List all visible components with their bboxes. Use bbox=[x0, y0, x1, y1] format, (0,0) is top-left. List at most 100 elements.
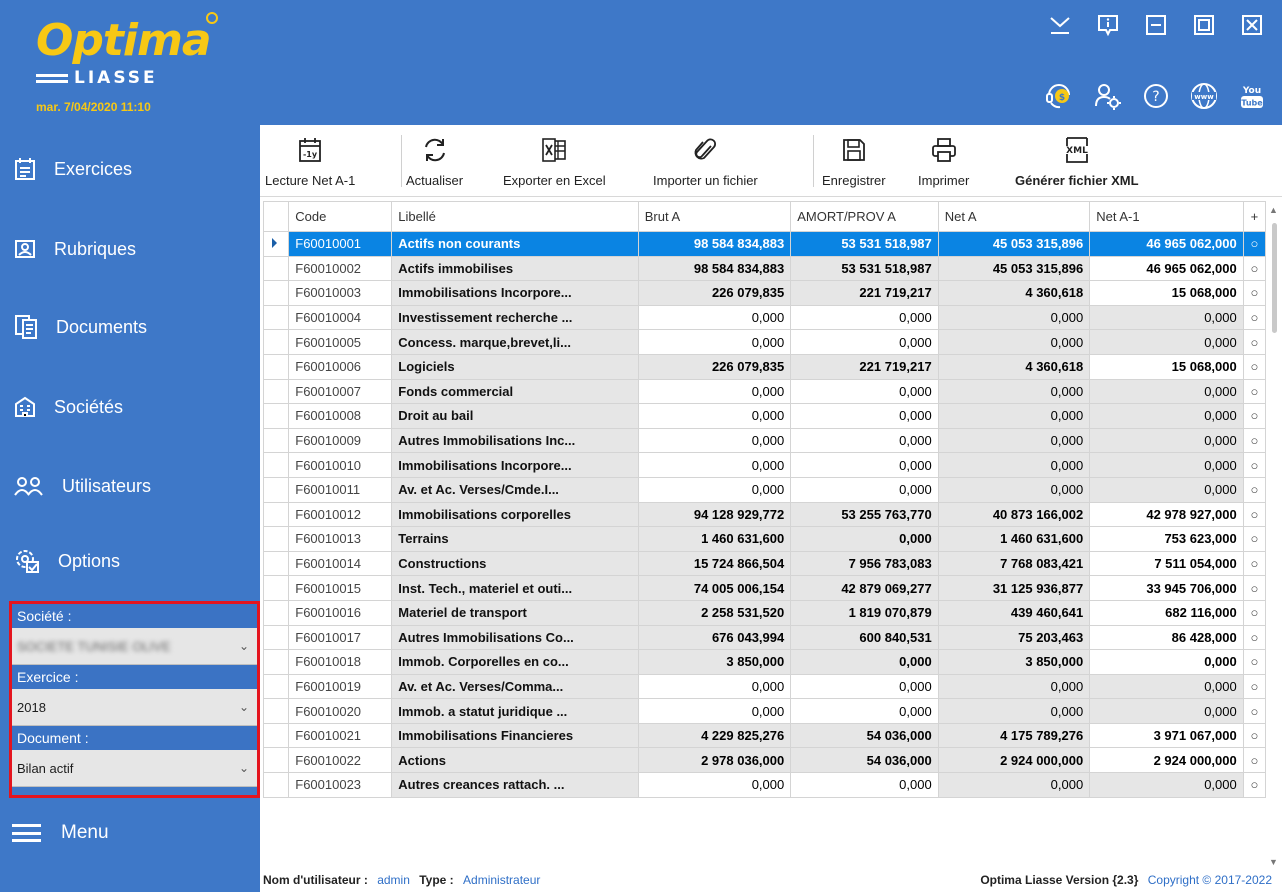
cell-amort[interactable]: 0,000 bbox=[790, 452, 939, 478]
sidebar-item-options[interactable]: Options bbox=[0, 531, 260, 591]
cell-brut[interactable]: 2 258 531,520 bbox=[637, 599, 792, 626]
cell-net-prev[interactable]: 753 623,000 bbox=[1089, 526, 1244, 552]
row-selector[interactable] bbox=[262, 575, 290, 601]
cell-net[interactable]: 0,000 bbox=[937, 304, 1091, 331]
cell-net-prev[interactable]: 0,000 bbox=[1089, 427, 1244, 454]
cell-amort[interactable]: 0,000 bbox=[790, 673, 939, 700]
row-selector[interactable] bbox=[262, 403, 290, 429]
cell-brut[interactable]: 0,000 bbox=[637, 673, 792, 700]
cell-net-prev[interactable]: 682 116,000 bbox=[1089, 599, 1244, 626]
row-selector[interactable] bbox=[262, 304, 290, 331]
cell-net[interactable]: 75 203,463 bbox=[937, 624, 1091, 651]
sidebar-item-exercices[interactable]: Exercices bbox=[0, 139, 260, 199]
cell-net-prev[interactable]: 15 068,000 bbox=[1089, 280, 1244, 306]
row-selector[interactable] bbox=[262, 255, 290, 282]
cell-brut[interactable]: 2 978 036,000 bbox=[637, 747, 792, 774]
sidebar-item-documents[interactable]: Documents bbox=[0, 297, 260, 357]
cell-brut[interactable]: 226 079,835 bbox=[637, 353, 792, 380]
cell-net[interactable]: 45 053 315,896 bbox=[937, 255, 1091, 282]
row-selector[interactable] bbox=[262, 280, 290, 306]
cell-net-prev[interactable]: 86 428,000 bbox=[1089, 624, 1244, 651]
cell-net[interactable]: 2 924 000,000 bbox=[937, 747, 1091, 774]
scroll-up-icon[interactable]: ▲ bbox=[1269, 205, 1278, 215]
cell-net[interactable]: 4 175 789,276 bbox=[937, 722, 1091, 749]
maximize-icon[interactable] bbox=[1180, 6, 1228, 44]
row-radio[interactable]: ○ bbox=[1242, 304, 1267, 331]
row-selector[interactable] bbox=[262, 673, 290, 700]
row-radio[interactable]: ○ bbox=[1242, 452, 1267, 478]
cell-net-prev[interactable]: 0,000 bbox=[1089, 698, 1244, 724]
cell-net-prev[interactable]: 46 965 062,000 bbox=[1089, 231, 1244, 257]
exporter-excel-button[interactable]: Exporter en Excel bbox=[503, 135, 606, 191]
row-radio[interactable]: ○ bbox=[1242, 353, 1267, 380]
cell-brut[interactable]: 1 460 631,600 bbox=[637, 526, 792, 552]
cell-amort[interactable]: 0,000 bbox=[790, 526, 939, 552]
cell-brut[interactable]: 0,000 bbox=[637, 427, 792, 454]
table-row[interactable]: F60010017 Autres Immobilisations Co... 676… bbox=[262, 624, 1267, 651]
cell-brut[interactable]: 94 128 929,772 bbox=[637, 501, 792, 528]
cell-net[interactable]: 0,000 bbox=[937, 698, 1091, 724]
table-row[interactable]: F60010019 Av. et Ac. Verses/Comma... 0,000… bbox=[262, 673, 1267, 700]
table-row[interactable]: F60010009 Autres Immobilisations Inc... 0,… bbox=[262, 427, 1267, 454]
cell-net[interactable]: 45 053 315,896 bbox=[937, 231, 1091, 257]
societe-select[interactable]: SOCIETE TUNISIE OLIVE ⌄ bbox=[12, 628, 257, 665]
table-row[interactable]: F60010015 Inst. Tech., materiel et outi..… bbox=[262, 575, 1267, 601]
table-row[interactable]: F60010003 Immobilisations Incorpore... 226… bbox=[262, 280, 1267, 306]
cell-brut[interactable]: 74 005 006,154 bbox=[637, 575, 792, 601]
table-row[interactable]: F60010002 Actifs immobilises 98 584 834,88… bbox=[262, 255, 1267, 282]
cell-amort[interactable]: 54 036,000 bbox=[790, 722, 939, 749]
column-header-net[interactable]: Net A bbox=[937, 201, 1091, 232]
cell-brut[interactable]: 0,000 bbox=[637, 772, 792, 798]
cell-net-prev[interactable]: 0,000 bbox=[1089, 403, 1244, 429]
cell-net[interactable]: 4 360,618 bbox=[937, 280, 1091, 306]
cell-net[interactable]: 0,000 bbox=[937, 378, 1091, 405]
cell-amort[interactable]: 53 531 518,987 bbox=[790, 255, 939, 282]
menu-button[interactable]: Menu bbox=[12, 822, 109, 844]
cell-brut[interactable]: 4 229 825,276 bbox=[637, 722, 792, 749]
row-radio[interactable]: ○ bbox=[1242, 403, 1267, 429]
cell-brut[interactable]: 0,000 bbox=[637, 378, 792, 405]
row-radio[interactable]: ○ bbox=[1242, 599, 1267, 626]
cell-amort[interactable]: 221 719,217 bbox=[790, 353, 939, 380]
row-radio[interactable]: ○ bbox=[1242, 427, 1267, 454]
row-selector[interactable] bbox=[262, 624, 290, 651]
minimize-icon[interactable] bbox=[1132, 6, 1180, 44]
actualiser-button[interactable]: Actualiser bbox=[406, 135, 463, 191]
cell-brut[interactable]: 0,000 bbox=[637, 329, 792, 355]
cell-amort[interactable]: 0,000 bbox=[790, 403, 939, 429]
cell-net-prev[interactable]: 0,000 bbox=[1089, 329, 1244, 355]
cell-amort[interactable]: 42 879 069,277 bbox=[790, 575, 939, 601]
row-selector[interactable] bbox=[262, 501, 290, 528]
cell-net-prev[interactable]: 0,000 bbox=[1089, 304, 1244, 331]
youtube-icon[interactable]: You Tube bbox=[1228, 76, 1276, 116]
info-icon[interactable] bbox=[1084, 6, 1132, 44]
enregistrer-button[interactable]: Enregistrer bbox=[822, 135, 886, 191]
row-selector[interactable] bbox=[262, 649, 290, 675]
row-radio[interactable]: ○ bbox=[1242, 378, 1267, 405]
importer-fichier-button[interactable]: Importer un fichier bbox=[653, 135, 758, 191]
cell-amort[interactable]: 0,000 bbox=[790, 427, 939, 454]
cell-net-prev[interactable]: 33 945 706,000 bbox=[1089, 575, 1244, 601]
cell-amort[interactable]: 0,000 bbox=[790, 378, 939, 405]
cell-brut[interactable]: 15 724 866,504 bbox=[637, 550, 792, 577]
add-column-button[interactable]: + bbox=[1242, 201, 1267, 232]
row-radio[interactable]: ○ bbox=[1242, 255, 1267, 282]
sidebar-item-rubriques[interactable]: Rubriques bbox=[0, 219, 260, 279]
cell-net[interactable]: 4 360,618 bbox=[937, 353, 1091, 380]
row-radio[interactable]: ○ bbox=[1242, 747, 1267, 774]
cell-brut[interactable]: 0,000 bbox=[637, 452, 792, 478]
table-row[interactable]: F60010018 Immob. Corporelles en co... 3 85… bbox=[262, 649, 1267, 675]
cell-net-prev[interactable]: 42 978 927,000 bbox=[1089, 501, 1244, 528]
table-row[interactable]: F60010020 Immob. a statut juridique ... 0,… bbox=[262, 698, 1267, 724]
cell-net[interactable]: 7 768 083,421 bbox=[937, 550, 1091, 577]
cell-amort[interactable]: 0,000 bbox=[790, 698, 939, 724]
cell-net-prev[interactable]: 2 924 000,000 bbox=[1089, 747, 1244, 774]
column-header-amort[interactable]: AMORT/PROV A bbox=[790, 201, 939, 232]
row-selector[interactable] bbox=[262, 353, 290, 380]
cell-net[interactable]: 0,000 bbox=[937, 476, 1091, 503]
table-row[interactable]: F60010014 Constructions 15 724 866,504 7 95… bbox=[262, 550, 1267, 577]
cell-brut[interactable]: 0,000 bbox=[637, 476, 792, 503]
cell-net-prev[interactable]: 0,000 bbox=[1089, 649, 1244, 675]
cell-net[interactable]: 0,000 bbox=[937, 673, 1091, 700]
column-header-code[interactable]: Code bbox=[288, 201, 393, 232]
